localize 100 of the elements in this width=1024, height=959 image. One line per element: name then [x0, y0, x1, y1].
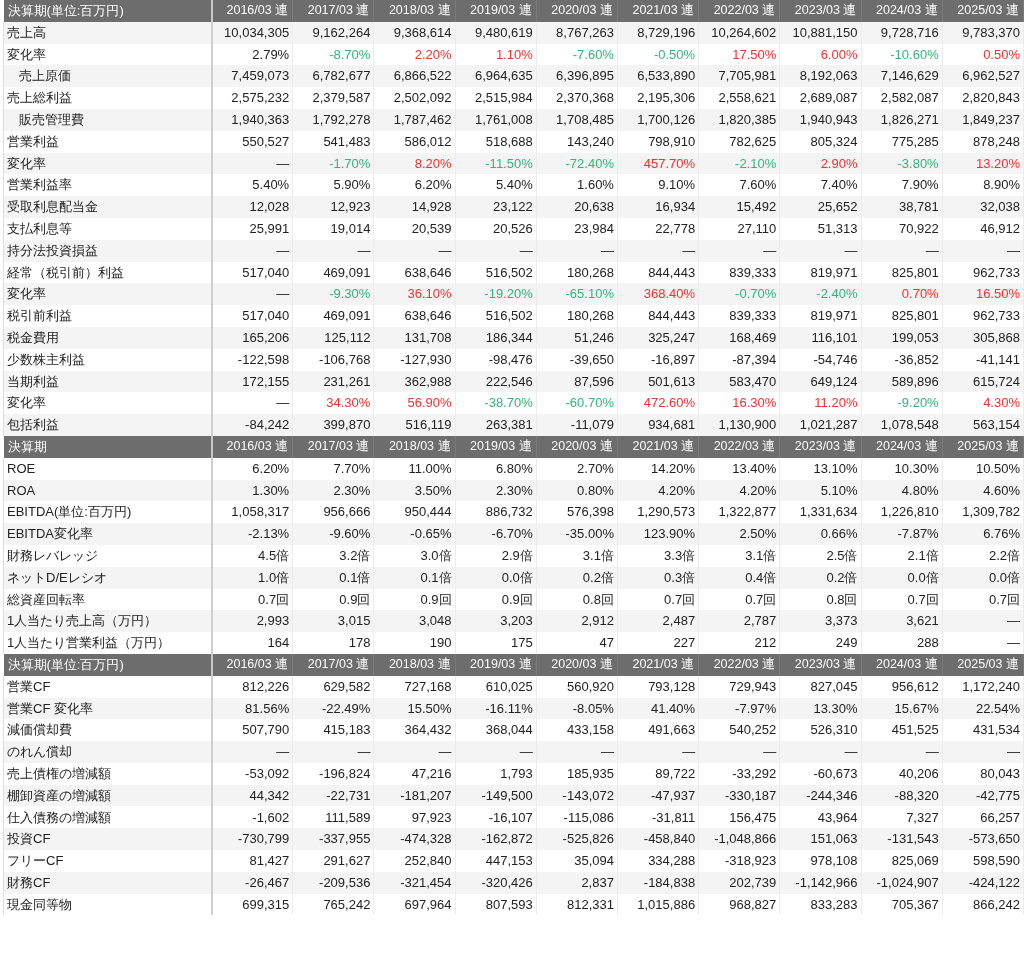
- table-cell: -33,292: [698, 762, 780, 785]
- column-header: 2017/03 連: [292, 0, 374, 22]
- table-cell: 123.90%: [617, 523, 699, 545]
- table-cell: 0.66%: [779, 523, 861, 545]
- table-cell: —: [373, 239, 456, 262]
- row-label: 持分法投資損益: [7, 241, 98, 260]
- table-cell: -8.05%: [536, 697, 618, 720]
- table-cell: 878,248: [942, 130, 1024, 153]
- table-cell: -53,092: [211, 762, 293, 785]
- table-cell: 727,168: [373, 675, 456, 698]
- table-cell: 25,991: [211, 217, 293, 240]
- table-cell: 288: [861, 632, 943, 654]
- table-cell: 199,053: [861, 326, 943, 349]
- table-cell: 1,015,886: [617, 893, 699, 916]
- table-cell: 16,934: [617, 196, 699, 218]
- table-cell: 469,091: [292, 305, 374, 327]
- table-cell: -41,141: [942, 348, 1024, 371]
- table-cell: 447,153: [455, 850, 537, 872]
- table-cell: 168,469: [698, 326, 780, 349]
- table-cell: 968,827: [698, 893, 780, 916]
- table-cell: 12,923: [292, 196, 374, 218]
- table-cell: 2,487: [617, 610, 699, 633]
- table-cell: —: [779, 239, 861, 262]
- table-cell: -106,768: [292, 348, 374, 371]
- table-cell: 89,722: [617, 762, 699, 785]
- table-cell: 1,761,008: [455, 109, 537, 131]
- table-cell: 629,582: [292, 675, 374, 698]
- table-cell: -7.87%: [861, 523, 943, 545]
- table-cell: 782,625: [698, 130, 780, 153]
- table-cell: 44,342: [211, 784, 293, 807]
- table-cell: 16.50%: [942, 283, 1024, 306]
- table-cell: 4.60%: [942, 479, 1024, 502]
- row-label: ROA: [7, 481, 36, 500]
- table-cell: 125,112: [292, 326, 374, 349]
- table-cell: -60,673: [779, 762, 861, 785]
- table-cell: —: [698, 741, 780, 763]
- table-cell: 3.0倍: [373, 544, 456, 567]
- table-cell: -84,242: [211, 414, 293, 436]
- table-cell: 212: [698, 632, 780, 654]
- table-cell: 518,688: [455, 130, 537, 153]
- table-cell: 14,928: [373, 196, 456, 218]
- table-cell: 0.2倍: [536, 566, 618, 589]
- table-cell: 1,940,943: [779, 109, 861, 131]
- table-cell: —: [942, 632, 1024, 654]
- table-cell: -88,320: [861, 784, 943, 807]
- table-cell: 1,708,485: [536, 109, 618, 131]
- table-cell: 1,849,237: [942, 109, 1024, 131]
- table-cell: 14.20%: [617, 457, 699, 480]
- table-cell: 516,119: [373, 414, 456, 436]
- table-cell: 3.2倍: [292, 544, 374, 567]
- table-cell: 23,984: [536, 217, 618, 240]
- table-cell: -337,955: [292, 828, 374, 851]
- table-cell: —: [942, 239, 1024, 262]
- table-cell: 32,038: [942, 196, 1024, 218]
- table-cell: -424,122: [942, 871, 1024, 894]
- table-cell: -143,072: [536, 784, 618, 807]
- table-cell: 550,527: [211, 130, 293, 153]
- column-header: 2024/03 連: [861, 0, 943, 22]
- table-cell: 291,627: [292, 850, 374, 872]
- table-cell: 0.2倍: [779, 566, 861, 589]
- table-cell: 2,582,087: [861, 87, 943, 109]
- table-cell: —: [861, 741, 943, 763]
- table-cell: -9.30%: [292, 283, 374, 306]
- table-cell: 7,146,629: [861, 65, 943, 88]
- table-cell: 164: [211, 632, 293, 654]
- row-label: 販売管理費: [18, 111, 84, 130]
- table-cell: -2.13%: [211, 523, 293, 545]
- table-cell: 2,912: [536, 610, 618, 633]
- table-cell: 362,988: [373, 370, 456, 393]
- table-cell: 807,593: [455, 893, 537, 916]
- table-cell: -19.20%: [455, 283, 537, 306]
- table-cell: 143,240: [536, 130, 618, 153]
- table-cell: 0.0倍: [942, 566, 1024, 589]
- column-header: 決算期(単位:百万円): [3, 0, 212, 22]
- table-cell: 2,820,843: [942, 87, 1024, 109]
- table-cell: 2.50%: [698, 523, 780, 545]
- table-cell: —: [455, 741, 537, 763]
- row-label: 支払利息等: [7, 220, 72, 238]
- table-cell: 0.70%: [861, 283, 943, 306]
- column-header: 2020/03 連: [536, 653, 618, 676]
- table-cell: 1,940,363: [211, 109, 293, 131]
- row-label: 少数株主利益: [7, 350, 85, 369]
- row-label: 売上高: [7, 23, 46, 42]
- table-cell: 6,962,527: [942, 65, 1024, 88]
- row-label: 税金費用: [7, 329, 59, 347]
- table-cell: -573,650: [942, 828, 1024, 851]
- table-cell: 6,396,895: [536, 65, 618, 88]
- row-label: 棚卸資産の増減額: [7, 786, 111, 805]
- table-cell: 765,242: [292, 893, 374, 916]
- table-cell: 638,646: [373, 305, 456, 327]
- row-label: 変化率: [7, 285, 46, 304]
- table-cell: 227: [617, 632, 699, 654]
- table-cell: -127,930: [373, 348, 456, 371]
- table-cell: 934,681: [617, 414, 699, 436]
- table-cell: 516,502: [455, 305, 537, 327]
- table-cell: -149,500: [455, 784, 537, 807]
- table-cell: 2.30%: [292, 479, 374, 502]
- table-cell: -730,799: [211, 828, 293, 851]
- row-label: 財務CF: [7, 873, 51, 892]
- table-cell: 833,283: [779, 893, 861, 916]
